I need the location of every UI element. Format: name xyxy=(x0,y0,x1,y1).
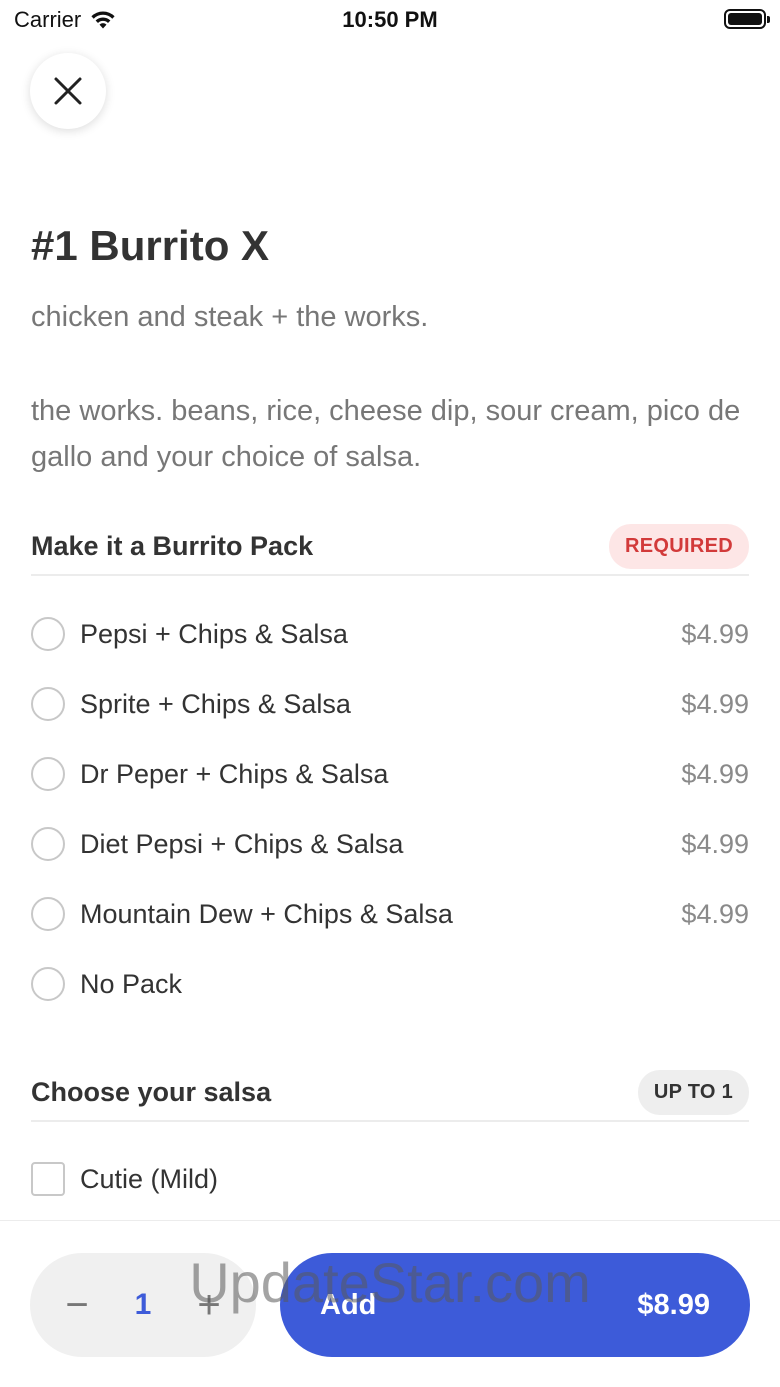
pack-section-title: Make it a Burrito Pack xyxy=(31,530,314,561)
salsa-section-title: Choose your salsa xyxy=(31,1076,272,1107)
item-detail-screen: Carrier 10:50 PM #1 Burrito X chicken an… xyxy=(0,0,780,1387)
close-button[interactable] xyxy=(30,53,106,129)
radio-button[interactable] xyxy=(31,757,65,791)
pack-option-no-pack[interactable]: No Pack xyxy=(31,954,749,1014)
salsa-option-cutie[interactable]: Cutie (Mild) xyxy=(31,1149,749,1209)
required-badge: REQUIRED xyxy=(609,523,749,569)
pack-section-header: Make it a Burrito Pack REQUIRED xyxy=(31,518,749,576)
salsa-section-header: Choose your salsa UP TO 1 xyxy=(31,1064,749,1122)
bottom-bar: − 1 + Add $8.99 xyxy=(0,1220,780,1387)
option-label: No Pack xyxy=(80,968,183,999)
option-label: Dr Peper + Chips & Salsa xyxy=(80,758,389,789)
option-price: $4.99 xyxy=(681,828,749,859)
option-label: Mountain Dew + Chips & Salsa xyxy=(80,898,453,929)
option-price: $4.99 xyxy=(681,688,749,719)
close-icon xyxy=(54,77,82,105)
battery-tip xyxy=(767,16,770,23)
pack-option-dr-peper[interactable]: Dr Peper + Chips & Salsa $4.99 xyxy=(31,744,749,804)
add-button-label: Add xyxy=(320,1288,377,1321)
battery-icon xyxy=(724,9,770,29)
item-subtitle: chicken and steak + the works. xyxy=(31,301,429,333)
radio-button[interactable] xyxy=(31,827,65,861)
status-bar: Carrier 10:50 PM xyxy=(0,0,780,40)
option-price: $4.99 xyxy=(681,898,749,929)
pack-option-pepsi[interactable]: Pepsi + Chips & Salsa $4.99 xyxy=(31,604,749,664)
radio-button[interactable] xyxy=(31,897,65,931)
option-label: Diet Pepsi + Chips & Salsa xyxy=(80,828,404,859)
pack-option-diet-pepsi[interactable]: Diet Pepsi + Chips & Salsa $4.99 xyxy=(31,814,749,874)
up-to-badge: UP TO 1 xyxy=(637,1069,749,1115)
decrement-button[interactable]: − xyxy=(60,1285,94,1325)
pack-option-mountain-dew[interactable]: Mountain Dew + Chips & Salsa $4.99 xyxy=(31,884,749,944)
add-button-price: $8.99 xyxy=(637,1288,710,1321)
option-label: Pepsi + Chips & Salsa xyxy=(80,618,348,649)
quantity-stepper: − 1 + xyxy=(30,1253,256,1357)
add-to-cart-button[interactable]: Add $8.99 xyxy=(280,1253,750,1357)
radio-button[interactable] xyxy=(31,687,65,721)
item-title: #1 Burrito X xyxy=(31,222,270,269)
item-description: the works. beans, rice, cheese dip, sour… xyxy=(31,395,741,473)
option-label: Cutie (Mild) xyxy=(80,1163,219,1194)
radio-button[interactable] xyxy=(31,967,65,1001)
quantity-value: 1 xyxy=(134,1288,152,1321)
status-time: 10:50 PM xyxy=(342,7,438,32)
option-price: $4.99 xyxy=(681,758,749,789)
option-label: Sprite + Chips & Salsa xyxy=(80,688,351,719)
option-price: $4.99 xyxy=(681,618,749,649)
increment-button[interactable]: + xyxy=(192,1285,226,1325)
radio-button[interactable] xyxy=(31,617,65,651)
battery-fill xyxy=(728,13,762,25)
checkbox[interactable] xyxy=(31,1162,65,1196)
pack-option-sprite[interactable]: Sprite + Chips & Salsa $4.99 xyxy=(31,674,749,734)
